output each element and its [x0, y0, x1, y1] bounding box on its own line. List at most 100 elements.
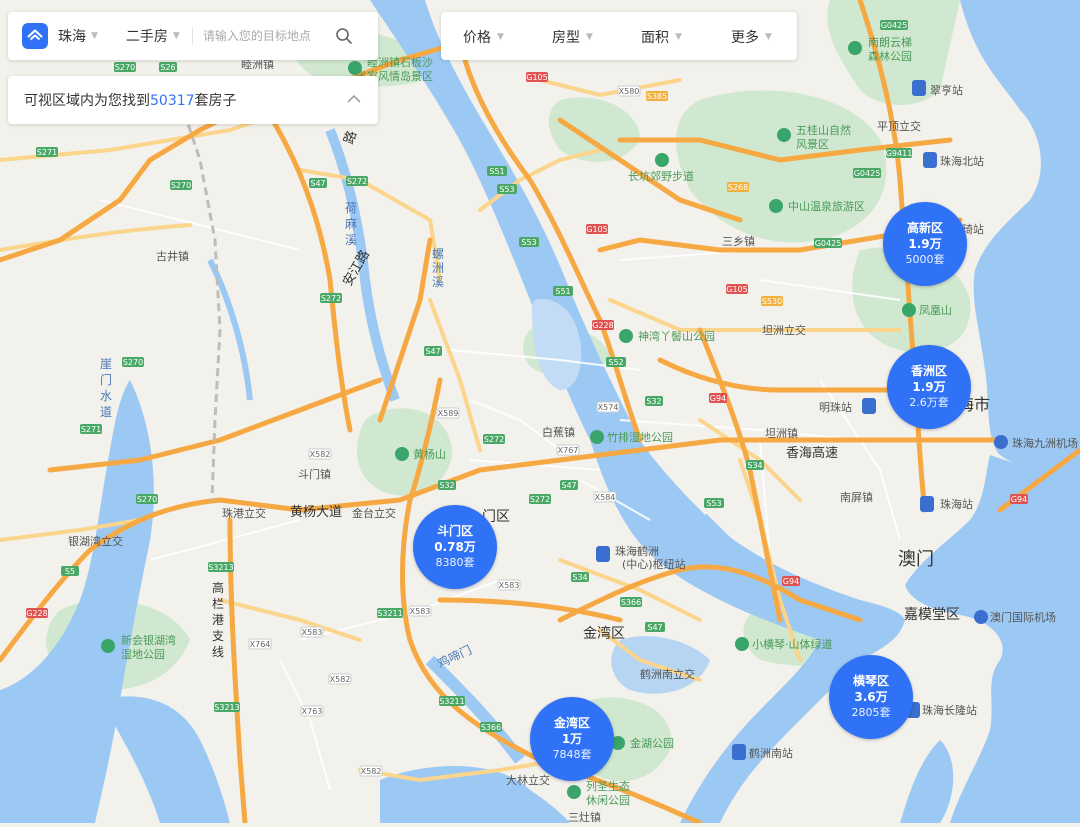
filter-price-label: 价格: [463, 30, 491, 46]
svg-text:竹排湿地公园: 竹排湿地公园: [607, 430, 673, 444]
svg-text:嘉模堂区: 嘉模堂区: [904, 607, 960, 623]
filter-price[interactable]: 价格 ▼: [463, 27, 504, 47]
svg-text:(中心)枢纽站: (中心)枢纽站: [622, 557, 686, 571]
svg-text:香海高速: 香海高速: [786, 445, 838, 461]
svg-text:S3213: S3213: [214, 703, 239, 712]
svg-text:G105: G105: [586, 225, 607, 234]
svg-text:G105: G105: [526, 73, 547, 82]
chevron-up-icon[interactable]: [346, 92, 362, 106]
svg-text:X764: X764: [250, 640, 271, 649]
district-price: 1万: [561, 732, 583, 746]
filter-layout[interactable]: 房型 ▼: [552, 27, 593, 47]
svg-text:G228: G228: [26, 609, 47, 618]
svg-text:S32: S32: [646, 397, 661, 406]
svg-text:神湾丫髻山公园: 神湾丫髻山公园: [638, 329, 715, 343]
svg-text:南屏镇: 南屏镇: [840, 490, 873, 504]
district-bubble-jinwan[interactable]: 金湾区 1万 7848套: [530, 697, 614, 781]
chevron-down-icon: ▼: [765, 32, 772, 42]
svg-text:珠海北站: 珠海北站: [940, 154, 984, 168]
svg-text:S366: S366: [481, 723, 501, 732]
svg-text:S270: S270: [123, 358, 143, 367]
result-suffix: 套房子: [194, 93, 237, 109]
result-count: 50317: [150, 93, 195, 109]
district-bubble-doumen[interactable]: 斗门区 0.78万 8380套: [413, 505, 497, 589]
district-bubble-hengqin[interactable]: 横琴区 3.6万 2805套: [829, 655, 913, 739]
svg-text:支: 支: [212, 629, 224, 643]
svg-text:X589: X589: [438, 409, 459, 418]
svg-text:湿地公园: 湿地公园: [121, 648, 165, 661]
svg-text:S5: S5: [65, 567, 75, 576]
svg-text:古井镇: 古井镇: [156, 249, 189, 263]
svg-text:G0425: G0425: [815, 239, 842, 248]
svg-text:S53: S53: [499, 185, 514, 194]
svg-text:X582: X582: [361, 767, 382, 776]
svg-text:S47: S47: [561, 481, 576, 490]
district-price: 1.9万: [908, 237, 942, 251]
district-count: 7848套: [552, 748, 592, 761]
svg-text:S270: S270: [171, 181, 191, 190]
svg-text:G0425: G0425: [854, 169, 881, 178]
svg-text:珠港立交: 珠港立交: [222, 506, 266, 520]
district-name: 横琴区: [852, 674, 889, 688]
svg-text:S272: S272: [347, 177, 367, 186]
search-bar: 珠海 ▼ 二手房 ▼: [8, 12, 378, 60]
filter-area-label: 面积: [641, 30, 669, 46]
filter-bar: 价格 ▼ 房型 ▼ 面积 ▼ 更多 ▼: [441, 12, 797, 60]
svg-text:澳门国际机场: 澳门国际机场: [990, 610, 1056, 624]
district-price: 1.9万: [912, 380, 946, 394]
svg-text:荷: 荷: [345, 201, 357, 215]
filter-area[interactable]: 面积 ▼: [641, 27, 682, 47]
svg-text:溪: 溪: [345, 233, 357, 247]
svg-text:翠亨站: 翠亨站: [930, 83, 963, 97]
house-type-selector[interactable]: 二手房 ▼: [126, 26, 180, 46]
svg-text:S34: S34: [572, 573, 587, 582]
district-name: 斗门区: [436, 524, 473, 538]
svg-text:螺: 螺: [432, 247, 444, 261]
svg-text:长坑郊野步道: 长坑郊野步道: [628, 169, 694, 183]
svg-text:G228: G228: [592, 321, 613, 330]
district-bubble-xiangzhou[interactable]: 香洲区 1.9万 2.6万套: [887, 345, 971, 429]
district-count: 2.6万套: [909, 396, 949, 409]
svg-text:S47: S47: [425, 347, 440, 356]
district-bubble-gaoxin[interactable]: 高新区 1.9万 5000套: [883, 202, 967, 286]
svg-text:S53: S53: [521, 238, 536, 247]
svg-text:五桂山自然: 五桂山自然: [796, 123, 851, 137]
svg-text:南朗云梯: 南朗云梯: [868, 36, 912, 49]
svg-text:S51: S51: [489, 167, 504, 176]
district-count: 8380套: [435, 556, 475, 569]
svg-text:珠海长隆站: 珠海长隆站: [922, 703, 977, 717]
filter-more-label: 更多: [731, 30, 759, 46]
result-count-panel: 可视区域内为您找到50317套房子: [8, 76, 378, 124]
svg-text:银湖湾立交: 银湖湾立交: [68, 534, 123, 548]
svg-text:门: 门: [100, 372, 112, 387]
svg-text:X574: X574: [598, 403, 619, 412]
chevron-down-icon: ▼: [675, 32, 682, 42]
svg-text:休闲公园: 休闲公园: [586, 793, 630, 807]
svg-text:X580: X580: [619, 87, 640, 96]
svg-text:S385: S385: [647, 92, 667, 101]
svg-text:S51: S51: [555, 287, 570, 296]
svg-text:S270: S270: [115, 63, 135, 72]
filter-more[interactable]: 更多 ▼: [731, 27, 772, 47]
search-input[interactable]: [202, 29, 327, 43]
svg-text:S47: S47: [647, 623, 662, 632]
city-selector[interactable]: 珠海 ▼: [58, 26, 98, 46]
svg-text:G9411: G9411: [886, 149, 913, 158]
svg-text:S272: S272: [530, 495, 550, 504]
svg-text:金台立交: 金台立交: [352, 506, 396, 520]
svg-text:三乡镇: 三乡镇: [722, 234, 755, 248]
svg-text:高: 高: [212, 580, 224, 595]
svg-text:三灶镇: 三灶镇: [568, 810, 601, 823]
district-count: 2805套: [851, 706, 891, 719]
svg-text:鹤洲南站: 鹤洲南站: [749, 746, 793, 760]
svg-text:S271: S271: [81, 425, 101, 434]
district-name: 香洲区: [910, 364, 947, 378]
house-type-label: 二手房: [125, 29, 168, 45]
app-logo-icon[interactable]: [22, 23, 48, 49]
svg-text:S3213: S3213: [208, 563, 233, 572]
search-icon[interactable]: [335, 27, 353, 45]
svg-text:黄杨大道: 黄杨大道: [290, 505, 342, 520]
svg-text:S52: S52: [608, 358, 623, 367]
svg-text:G94: G94: [1011, 495, 1027, 504]
filter-layout-label: 房型: [552, 30, 580, 46]
